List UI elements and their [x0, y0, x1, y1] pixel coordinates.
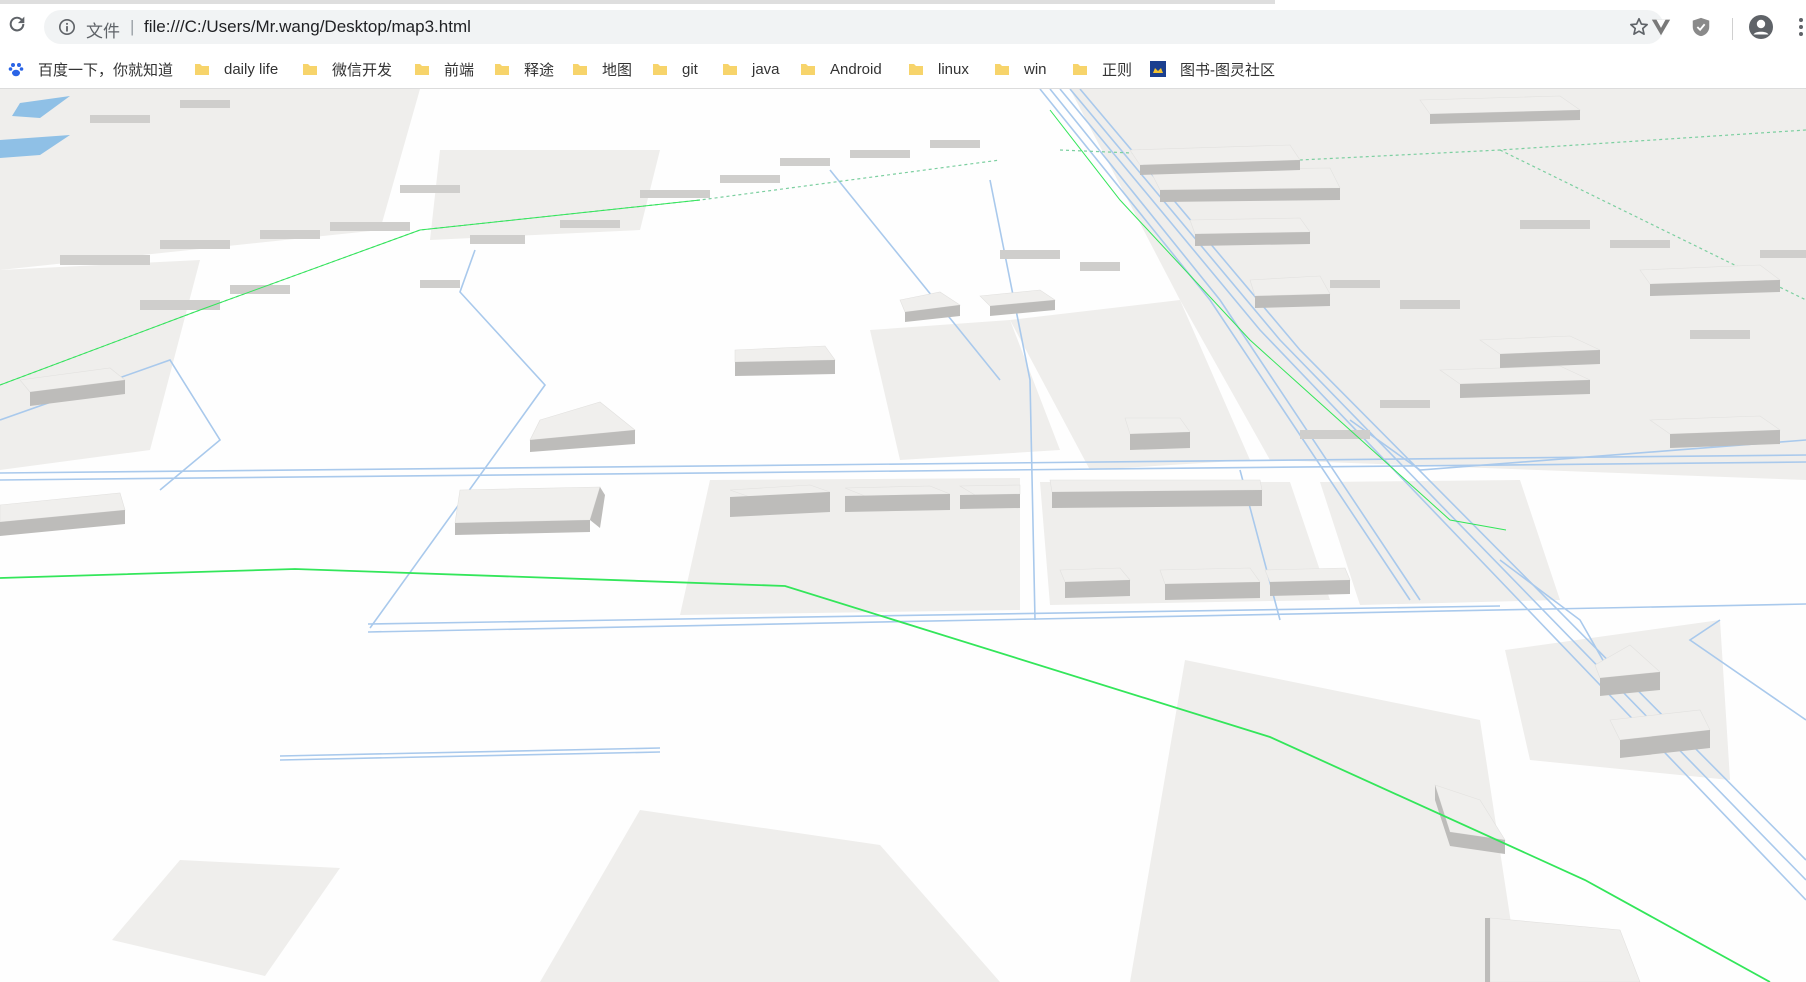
- folder-icon: [573, 64, 587, 75]
- map-canvas[interactable]: [0, 89, 1806, 982]
- baidu-paw-icon: [8, 63, 24, 77]
- bookmark-folder-linux[interactable]: linux: [908, 58, 969, 80]
- browser-menu-icon[interactable]: [1796, 16, 1806, 38]
- address-bar[interactable]: 文件 | file:///C:/Users/Mr.wang/Desktop/ma…: [44, 10, 1664, 44]
- bookmark-label: 正则: [1102, 61, 1133, 79]
- bookmark-label: java: [752, 60, 780, 78]
- bookmark-folder-shitu[interactable]: 释途: [494, 58, 554, 80]
- bookmark-label: 百度一下，你就知道: [38, 61, 174, 79]
- folder-icon: [1073, 64, 1087, 75]
- reload-icon[interactable]: [6, 13, 28, 35]
- info-icon[interactable]: [58, 18, 76, 36]
- bookmark-label: win: [1024, 60, 1047, 78]
- browser-toolbar: 文件 | file:///C:/Users/Mr.wang/Desktop/ma…: [0, 0, 1806, 44]
- page-load-progress: [0, 0, 1275, 4]
- folder-icon: [653, 64, 667, 75]
- bookmark-label: 微信开发: [332, 61, 393, 79]
- folder-icon: [195, 64, 209, 75]
- address-scheme-label: 文件: [86, 22, 120, 41]
- address-separator: |: [130, 17, 135, 36]
- folder-icon: [801, 64, 815, 75]
- bookmark-turing-community[interactable]: 图书-图灵社区: [1150, 58, 1275, 80]
- bookmark-folder-android[interactable]: Android: [800, 58, 882, 80]
- bookmark-folder-java[interactable]: java: [722, 58, 780, 80]
- bookmark-label: linux: [938, 60, 969, 78]
- bookmark-folder-wechat-dev[interactable]: 微信开发: [302, 58, 392, 80]
- bookmark-folder-daily-life[interactable]: daily life: [194, 58, 278, 80]
- bookmark-label: 前端: [444, 61, 475, 79]
- address-url[interactable]: file:///C:/Users/Mr.wang/Desktop/map3.ht…: [144, 17, 471, 37]
- account-avatar-icon[interactable]: [1748, 14, 1774, 40]
- folder-icon: [995, 64, 1009, 75]
- bookmark-label: Android: [830, 60, 882, 78]
- folder-icon: [723, 64, 737, 75]
- bookmarks-bar: 百度一下，你就知道 daily life 微信开发 前端 释途 地图 git j…: [0, 48, 1806, 89]
- bookmark-label: 地图: [602, 61, 633, 79]
- folder-icon: [303, 64, 317, 75]
- map-viewport[interactable]: [0, 89, 1806, 982]
- bookmark-folder-map[interactable]: 地图: [572, 58, 632, 80]
- toolbar-divider: [1732, 18, 1733, 40]
- folder-icon: [415, 64, 429, 75]
- bookmark-baidu[interactable]: 百度一下，你就知道: [8, 58, 173, 80]
- bookmark-label: daily life: [224, 60, 279, 78]
- bookmark-folder-frontend[interactable]: 前端: [414, 58, 474, 80]
- bookmark-star-icon[interactable]: [1628, 16, 1650, 38]
- folder-icon: [909, 64, 923, 75]
- shield-extension-icon[interactable]: [1690, 15, 1712, 39]
- bookmark-folder-regex[interactable]: 正则: [1072, 58, 1132, 80]
- bookmark-folder-win[interactable]: win: [994, 58, 1047, 80]
- vue-devtools-extension-icon[interactable]: [1650, 16, 1672, 38]
- bookmark-folder-git[interactable]: git: [652, 58, 698, 80]
- turing-favicon: [1150, 61, 1166, 77]
- folder-icon: [495, 64, 509, 75]
- bookmark-label: 释途: [524, 61, 555, 79]
- bookmark-label: 图书-图灵社区: [1180, 61, 1275, 79]
- bookmark-label: git: [682, 60, 698, 78]
